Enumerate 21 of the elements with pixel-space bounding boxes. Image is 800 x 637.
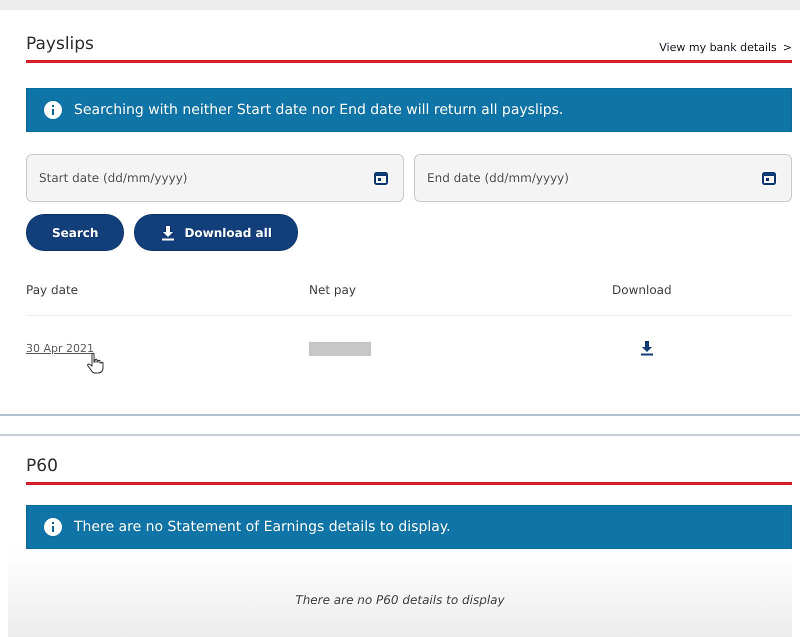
section-title: Payslips xyxy=(26,34,94,54)
section-title: P60 xyxy=(26,456,58,476)
column-header: Download xyxy=(612,283,673,297)
info-icon xyxy=(44,518,62,536)
date-field[interactable]: End date (dd/mm/yyyy) xyxy=(414,154,792,202)
empty-message: There are no P60 details to display xyxy=(295,593,505,607)
column-header: Net pay xyxy=(309,283,357,297)
info-icon xyxy=(44,101,62,119)
bank-details-link[interactable]: View my bank details > xyxy=(659,41,792,54)
calendar-icon[interactable] xyxy=(374,171,388,185)
calendar-icon[interactable] xyxy=(762,171,776,185)
pay-date-link[interactable]: 30 Apr 2021 xyxy=(26,342,94,355)
column-header: Pay date xyxy=(26,283,80,297)
search-button[interactable]: Search xyxy=(26,214,124,251)
info-message: Searching with neither Start date nor End date will return all payslips. xyxy=(74,102,564,118)
hand-cursor-icon xyxy=(86,352,104,374)
download-icon[interactable] xyxy=(640,340,654,356)
download-all-button[interactable]: Download all xyxy=(134,214,298,251)
download-icon xyxy=(160,224,176,240)
info-message: There are no Statement of Earnings details to display. xyxy=(74,519,451,535)
date-field[interactable]: Start date (dd/mm/yyyy) xyxy=(26,154,404,202)
